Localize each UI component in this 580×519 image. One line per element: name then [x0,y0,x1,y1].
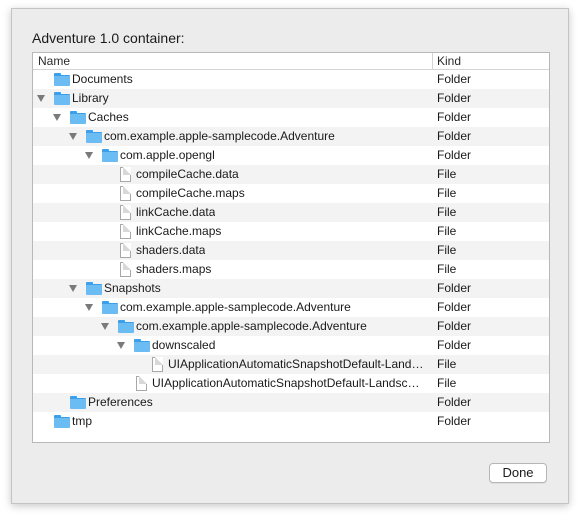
disclosure-triangle-icon[interactable] [101,323,109,330]
outline-row[interactable]: Caches Folder [33,108,549,127]
container-sheet: Adventure 1.0 container: Name Kind Docum… [11,8,569,504]
folder-icon [134,339,150,352]
row-name: com.example.apple-samplecode.Adventure [104,129,335,143]
document-icon [120,224,131,239]
disclosure-triangle-icon[interactable] [53,114,61,121]
document-icon [136,376,147,391]
row-name: Preferences [88,395,153,409]
outline-row[interactable]: UIApplicationAutomaticSnapshotDefault-La… [33,374,549,393]
row-name: UIApplicationAutomaticSnapshotDefault-La… [168,357,426,371]
row-name: com.example.apple-samplecode.Adventure [120,300,351,314]
outline-row[interactable]: com.example.apple-samplecode.Adventure Fo… [33,127,549,146]
row-kind: File [437,167,457,181]
outline-row[interactable]: tmp Folder [33,412,549,431]
column-divider[interactable] [432,53,433,69]
name-column-header[interactable]: Name [38,54,70,68]
kind-column-header[interactable]: Kind [437,54,461,68]
disclosure-triangle-icon[interactable] [117,342,125,349]
folder-icon [86,130,102,143]
row-name: com.example.apple-samplecode.Adventure [136,319,367,333]
container-outline-view[interactable]: Name Kind Documents Folder Library Folder Ca… [32,52,550,443]
outline-row[interactable]: downscaled Folder [33,336,549,355]
folder-icon [54,92,70,105]
outline-rows: Documents Folder Library Folder Caches Folder… [33,70,549,431]
row-name: UIApplicationAutomaticSnapshotDefault-La… [152,376,426,390]
outline-row[interactable]: Snapshots Folder [33,279,549,298]
row-kind: Folder [437,129,472,143]
outline-row[interactable]: shaders.data File [33,241,549,260]
row-kind: File [437,376,457,390]
dialog-title: Adventure 1.0 container: [32,30,185,46]
folder-icon [102,301,118,314]
outline-row[interactable]: Library Folder [33,89,549,108]
row-name: linkCache.data [136,205,216,219]
outline-row[interactable]: shaders.maps File [33,260,549,279]
row-kind: Folder [437,395,472,409]
row-kind: Folder [437,72,472,86]
folder-icon [54,73,70,86]
disclosure-triangle-icon[interactable] [85,152,93,159]
row-kind: Folder [437,110,472,124]
row-kind: Folder [437,414,472,428]
folder-icon [70,111,86,124]
outline-row[interactable]: compileCache.data File [33,165,549,184]
row-name: Documents [72,72,133,86]
disclosure-triangle-icon[interactable] [69,285,77,292]
row-name: Library [72,91,109,105]
folder-icon [70,396,86,409]
row-name: compileCache.maps [136,186,245,200]
row-kind: File [437,262,457,276]
row-name: tmp [72,414,93,428]
document-icon [120,186,131,201]
row-name: shaders.data [136,243,206,257]
row-kind: File [437,243,457,257]
outline-row[interactable]: linkCache.data File [33,203,549,222]
outline-row[interactable]: Documents Folder [33,70,549,89]
folder-icon [86,282,102,295]
outline-row[interactable]: UIApplicationAutomaticSnapshotDefault-La… [33,355,549,374]
outline-header: Name Kind [33,53,549,70]
outline-row[interactable]: com.example.apple-samplecode.Adventure Fo… [33,317,549,336]
outline-row[interactable]: com.apple.opengl Folder [33,146,549,165]
document-icon [120,205,131,220]
row-name: com.apple.opengl [120,148,215,162]
row-kind: Folder [437,300,472,314]
row-name: linkCache.maps [136,224,222,238]
document-icon [120,262,131,277]
row-kind: File [437,357,457,371]
disclosure-triangle-icon[interactable] [85,304,93,311]
outline-row[interactable]: compileCache.maps File [33,184,549,203]
row-name: shaders.maps [136,262,212,276]
outline-row[interactable]: linkCache.maps File [33,222,549,241]
document-icon [120,243,131,258]
disclosure-triangle-icon[interactable] [37,95,45,102]
row-name: Caches [88,110,129,124]
row-kind: File [437,186,457,200]
row-name: Snapshots [104,281,161,295]
row-kind: File [437,205,457,219]
row-name: downscaled [152,338,216,352]
document-icon [152,357,163,372]
row-kind: Folder [437,148,472,162]
folder-icon [102,149,118,162]
row-kind: Folder [437,338,472,352]
row-kind: Folder [437,281,472,295]
row-name: compileCache.data [136,167,239,181]
outline-row[interactable]: com.example.apple-samplecode.Adventure Fo… [33,298,549,317]
disclosure-triangle-icon[interactable] [69,133,77,140]
document-icon [120,167,131,182]
done-button[interactable]: Done [489,463,547,483]
row-kind: Folder [437,91,472,105]
outline-row[interactable]: Preferences Folder [33,393,549,412]
row-kind: File [437,224,457,238]
folder-icon [54,415,70,428]
row-kind: Folder [437,319,472,333]
folder-icon [118,320,134,333]
